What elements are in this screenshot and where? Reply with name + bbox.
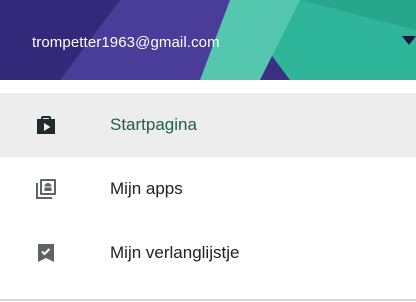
menu-item-mijn-apps[interactable]: Mijn apps — [0, 157, 416, 221]
my-apps-icon — [36, 179, 56, 199]
menu-item-mijn-verlanglijstje[interactable]: Mijn verlanglijstje — [0, 221, 416, 285]
menu-item-label: Mijn verlanglijstje — [110, 243, 240, 262]
menu-item-label: Startpagina — [110, 115, 197, 134]
chevron-down-icon[interactable] — [402, 36, 416, 48]
nav-menu: Startpagina Mijn apps Mijn verlanglijstj… — [0, 93, 416, 285]
wishlist-bookmark-icon — [38, 244, 54, 262]
account-email: trompetter1963@gmail.com — [32, 34, 220, 51]
menu-item-label: Mijn apps — [110, 179, 183, 198]
account-header[interactable]: trompetter1963@gmail.com — [0, 0, 416, 80]
store-bag-icon — [37, 116, 55, 134]
menu-item-startpagina[interactable]: Startpagina — [0, 93, 416, 157]
divider — [0, 299, 416, 301]
